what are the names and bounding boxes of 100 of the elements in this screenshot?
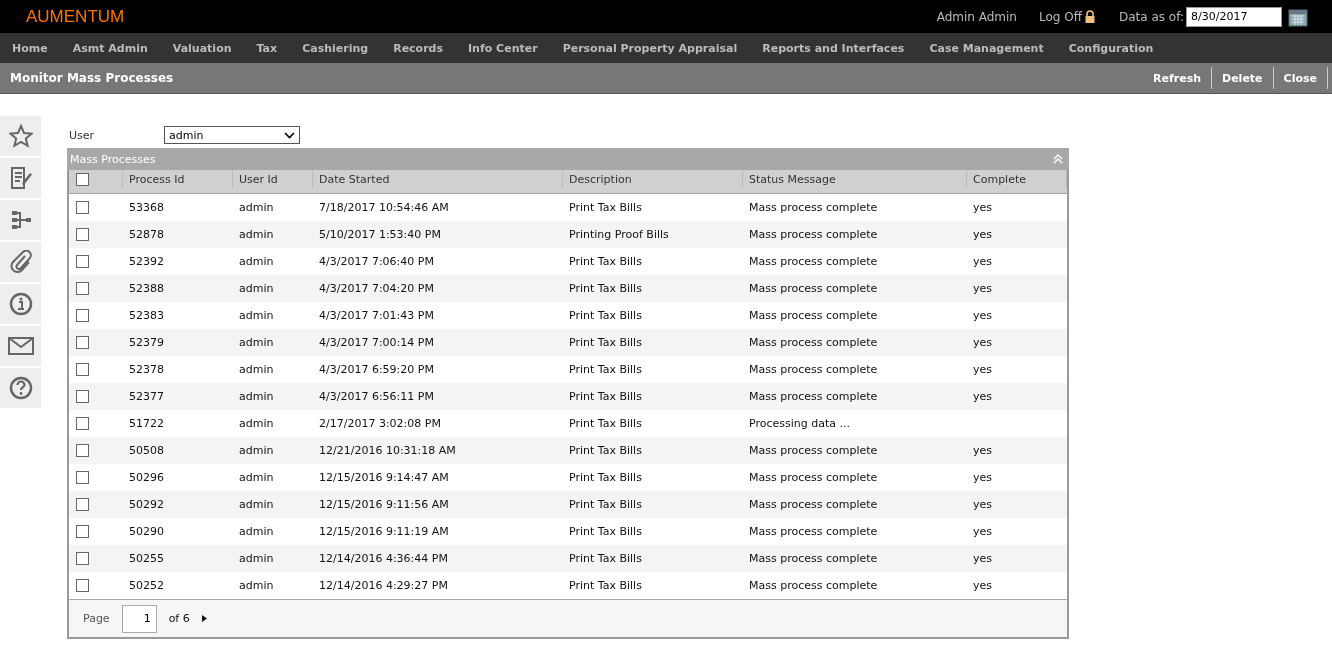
table-cell-text: Print Tax Bills (568, 497, 643, 513)
checkbox[interactable] (76, 498, 89, 511)
column-header[interactable]: User Id (233, 170, 313, 188)
table-cell-text: admin (238, 281, 275, 297)
calendar-icon[interactable] (1288, 6, 1308, 27)
sidebar-button[interactable] (0, 242, 41, 282)
toolbar-button[interactable]: Delete (1212, 67, 1274, 89)
nav-menu-item[interactable]: Info Center (461, 41, 545, 55)
table-cell-text: admin (238, 416, 275, 432)
table-cell-text: Mass process complete (748, 389, 879, 405)
table-cell-text: 4/3/2017 7:00:14 PM (318, 335, 435, 351)
sidebar-button[interactable] (0, 326, 41, 366)
nav-menu-item[interactable]: Records (386, 41, 450, 55)
table-cell-text: yes (972, 443, 993, 459)
table-cell-text: 52378 (128, 362, 165, 378)
column-header[interactable]: Date Started (313, 170, 563, 188)
sidebar-button[interactable] (0, 158, 41, 198)
table-cell-text: Mass process complete (748, 308, 879, 324)
table-cell-text: admin (238, 524, 275, 540)
page-number-field[interactable]: 1 (121, 604, 157, 633)
table-cell-text: Mass process complete (748, 578, 879, 594)
checkbox[interactable] (76, 444, 89, 457)
column-header[interactable]: Complete (967, 170, 1067, 188)
table-cell-text: Mass process complete (748, 362, 879, 378)
checkbox[interactable] (76, 336, 89, 349)
star-icon (8, 124, 33, 148)
date-field[interactable]: 8/30/2017 (1186, 6, 1282, 27)
checkbox[interactable] (76, 363, 89, 376)
table-cell-text: yes (972, 551, 993, 567)
nav-menu-item[interactable]: Reports and Interfaces (755, 41, 912, 55)
table-cell-text: admin (238, 470, 275, 486)
table-cell-text: Mass process complete (748, 443, 879, 459)
table-cell-text: Print Tax Bills (568, 308, 643, 324)
log-off-link[interactable]: Log Off (1038, 9, 1095, 24)
table-cell-text: yes (972, 335, 993, 351)
info-icon (8, 292, 33, 316)
table-cell-text: yes (972, 578, 993, 594)
table-cell-text: 12/15/2016 9:11:56 AM (318, 497, 450, 513)
table-cell-text: admin (238, 227, 275, 243)
table-cell-text: yes (972, 524, 993, 540)
nav-menu-item[interactable]: Configuration (1061, 41, 1161, 55)
nav-menu-item[interactable]: Case Management (922, 41, 1051, 55)
sidebar-button[interactable] (0, 200, 41, 240)
nav-menu-item[interactable]: Home (5, 41, 55, 55)
table-cell-text: 50252 (128, 578, 165, 594)
envelope-icon (7, 337, 34, 355)
checkbox[interactable] (76, 172, 89, 186)
table-cell-text: yes (972, 200, 993, 216)
user-dropdown[interactable]: admin (164, 126, 300, 144)
table-cell-text: 50290 (128, 524, 165, 540)
table-cell-text: 52878 (128, 227, 165, 243)
table-cell-text: 52379 (128, 335, 165, 351)
table-cell-text: 52388 (128, 281, 165, 297)
table-cell-text: Print Tax Bills (568, 200, 643, 216)
lock-icon (1084, 10, 1095, 23)
table-cell-text: Mass process complete (748, 200, 879, 216)
table-cell-text: admin (238, 497, 275, 513)
table-cell-text: Mass process complete (748, 524, 879, 540)
nav-menu-item[interactable]: Personal Property Appraisal (555, 41, 745, 55)
column-header[interactable]: Process Id (123, 170, 233, 188)
checkbox[interactable] (76, 228, 89, 241)
checkbox[interactable] (76, 417, 89, 430)
checkbox[interactable] (76, 201, 89, 214)
table-cell-text: Print Tax Bills (568, 389, 643, 405)
table-cell-text: yes (972, 281, 993, 297)
data-as-of-label: Data as of: (1118, 9, 1184, 24)
checkbox[interactable] (76, 309, 89, 322)
table-cell-text: yes (972, 497, 993, 513)
table-cell-text: 5/10/2017 1:53:40 PM (318, 227, 442, 243)
checkbox[interactable] (76, 282, 89, 295)
nav-menu-item[interactable]: Asmt Admin (65, 41, 155, 55)
column-header[interactable]: Description (563, 170, 743, 188)
checkbox[interactable] (76, 255, 89, 268)
table-cell-text: 12/21/2016 10:31:18 AM (318, 443, 457, 459)
table-cell-text: 4/3/2017 6:56:11 PM (318, 389, 435, 405)
checkbox[interactable] (76, 525, 89, 538)
column-header[interactable]: Status Message (743, 170, 967, 188)
sidebar-button[interactable] (0, 368, 41, 408)
nav-menu-item[interactable]: Cashiering (295, 41, 376, 55)
checkbox[interactable] (76, 390, 89, 403)
chevron-down-icon (284, 131, 295, 139)
sidebar-button[interactable] (0, 284, 41, 324)
toolbar-button[interactable]: Refresh (1143, 67, 1213, 89)
table-cell-text: Printing Proof Bills (568, 227, 670, 243)
next-page-icon[interactable] (201, 615, 207, 622)
table-cell-text: Mass process complete (748, 335, 879, 351)
checkbox[interactable] (76, 579, 89, 592)
checkbox[interactable] (76, 471, 89, 484)
page-count: of 6 (168, 612, 190, 625)
table-cell-text: admin (238, 551, 275, 567)
table-cell-text: 4/3/2017 7:01:43 PM (318, 308, 435, 324)
nav-menu-item[interactable]: Valuation (165, 41, 239, 55)
checkbox[interactable] (76, 552, 89, 565)
sidebar-button[interactable] (0, 116, 41, 156)
nav-menu-item[interactable]: Tax (249, 41, 285, 55)
table-cell-text: Print Tax Bills (568, 335, 643, 351)
table-cell-text: admin (238, 335, 275, 351)
toolbar-button[interactable]: Close (1273, 67, 1328, 89)
table-cell-text: Print Tax Bills (568, 578, 643, 594)
table-cell-text: 12/15/2016 9:14:47 AM (318, 470, 450, 486)
